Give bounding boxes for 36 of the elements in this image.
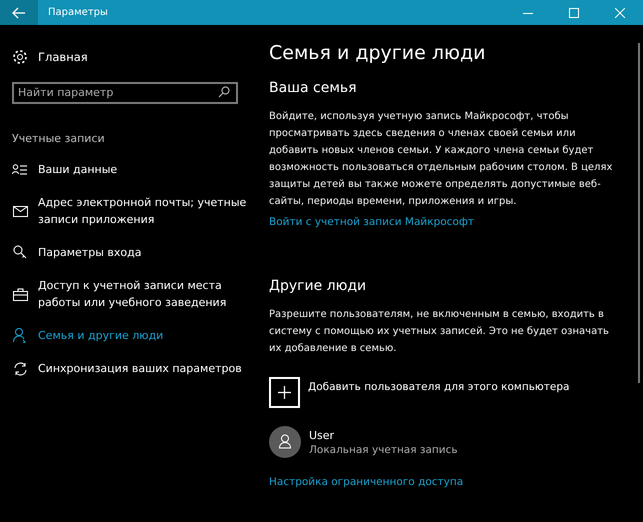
person-list-icon (12, 164, 28, 176)
nav-item[interactable]: Доступ к учетной записи места работы или учебного заведения (0, 271, 256, 317)
account-type: Локальная учетная запись (309, 444, 458, 456)
maximize-icon (569, 8, 579, 18)
section-heading: Другие люди (269, 278, 368, 294)
person-icon (13, 328, 27, 343)
search-icon (218, 86, 230, 98)
gear-icon (12, 49, 28, 65)
others-description: Разрешите пользователям, не включенным в семью, входить в систему с помощью их учетных записей. Это не будет означать их добавление в семью. (269, 308, 610, 356)
add-user-item[interactable]: Добавить пользователя для этого компьютера (269, 377, 643, 408)
add-icon (269, 377, 300, 408)
sync-icon (12, 362, 28, 376)
nav-item[interactable]: Семья и другие люди (0, 321, 256, 350)
nav-item[interactable]: Синхронизация ваших параметров (0, 354, 256, 383)
user-name: User (309, 428, 336, 442)
section-label: Учетные записи (12, 132, 106, 145)
scrollbar[interactable] (638, 43, 640, 383)
sign-in-link[interactable]: Войти с учетной записи Майкрософт (269, 216, 474, 228)
close-icon (615, 8, 625, 18)
window-title: Параметры (48, 7, 109, 18)
nav-item[interactable]: Ваши данные (0, 155, 256, 184)
user-item[interactable]: User Локальная учетная запись (269, 426, 643, 458)
assigned-access-link[interactable]: Настройка ограниченного доступа (269, 476, 464, 488)
key-icon (13, 245, 27, 260)
nav-item[interactable]: Адрес электронной почты; учетные записи приложения (0, 188, 256, 234)
home-item[interactable]: Главная (0, 47, 256, 67)
section-heading: Ваша семья (269, 80, 358, 96)
envelope-icon (12, 206, 28, 216)
briefcase-icon (12, 288, 28, 300)
page-title: Семья и другие люди (269, 42, 486, 64)
nav-item[interactable]: Параметры входа (0, 238, 256, 267)
back-button[interactable] (0, 0, 38, 25)
family-description: Войдите, используя учетную запись Майкрософт, чтобы просматривать здесь сведения о членах своей семьи или добавить новых членов семьи. У каждого члена семьи будет возможность пользоваться отдельным рабочим столом. В целях защиты детей вы также можете определять допустимые веб-сайты, периоды времени, приложения и игры. (269, 110, 614, 209)
avatar-icon (269, 426, 301, 458)
search-field[interactable]: Найти параметр (12, 82, 238, 104)
back-arrow-icon (12, 6, 26, 18)
